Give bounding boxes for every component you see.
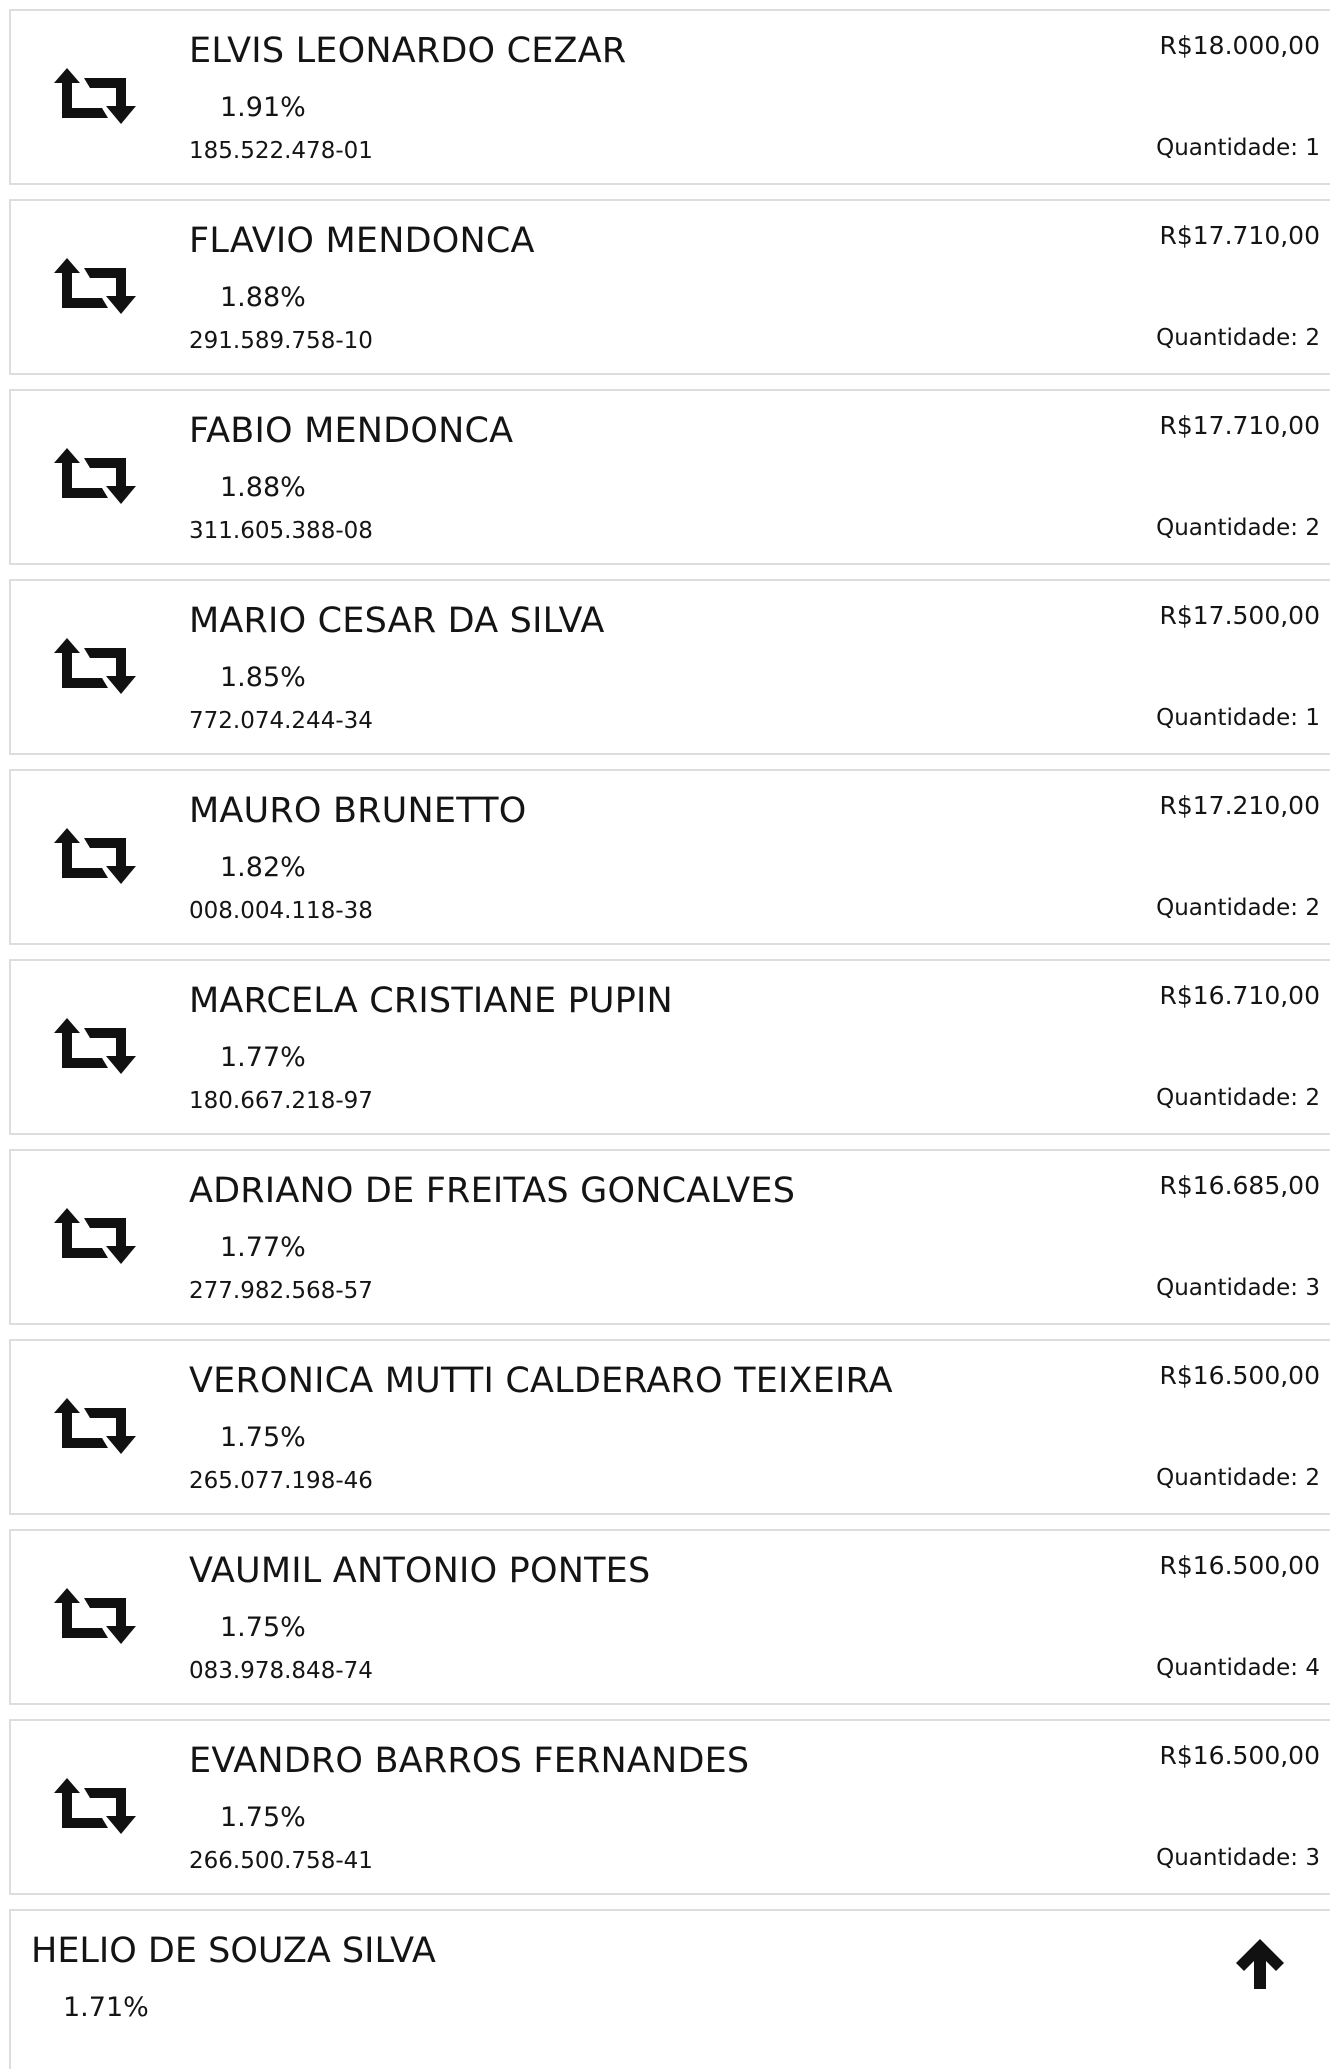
holder-percent: 1.88%	[220, 282, 306, 313]
arrow-up-icon	[1232, 1935, 1288, 1991]
holder-amount: R$16.500,00	[1159, 1551, 1320, 1580]
scroll-to-top-button[interactable]	[1232, 1935, 1288, 1991]
holder-document: 265.077.198-46	[189, 1468, 373, 1494]
transfer-icon	[48, 1588, 144, 1652]
holder-quantity: Quantidade: 1	[1156, 131, 1320, 165]
holder-name: HELIO DE SOUZA SILVA	[31, 1931, 436, 1971]
transfer-icon	[48, 68, 144, 132]
holder-amount: R$17.710,00	[1159, 411, 1320, 440]
quantity-value: 2	[1305, 895, 1320, 921]
holder-amount: R$18.000,00	[1159, 31, 1320, 60]
quantity-value: 2	[1305, 325, 1320, 351]
list-item[interactable]: MAURO BRUNETTO 1.82% 008.004.118-38 R$17…	[9, 769, 1330, 945]
holder-document: 008.004.118-38	[189, 898, 373, 924]
holder-name: EVANDRO BARROS FERNANDES	[189, 1741, 750, 1781]
list-item[interactable]: VERONICA MUTTI CALDERARO TEIXEIRA 1.75% …	[9, 1339, 1330, 1515]
transfer-icon	[48, 638, 144, 702]
holder-percent: 1.75%	[220, 1802, 306, 1833]
quantity-value: 2	[1305, 1085, 1320, 1111]
transfer-icon	[48, 1018, 144, 1082]
list-item[interactable]: ELVIS LEONARDO CEZAR 1.91% 185.522.478-0…	[9, 9, 1330, 185]
quantity-value: 1	[1305, 705, 1320, 731]
holder-amount: R$17.500,00	[1159, 601, 1320, 630]
holder-name: MAURO BRUNETTO	[189, 791, 527, 831]
quantity-label: Quantidade:	[1156, 1465, 1299, 1491]
holder-name: MARIO CESAR DA SILVA	[189, 601, 605, 641]
holder-quantity: Quantidade: 2	[1156, 1081, 1320, 1115]
shareholder-list: ELVIS LEONARDO CEZAR 1.91% 185.522.478-0…	[9, 9, 1330, 1909]
quantity-label: Quantidade:	[1156, 1275, 1299, 1301]
holder-amount: R$16.685,00	[1159, 1171, 1320, 1200]
holder-quantity: Quantidade: 3	[1156, 1841, 1320, 1875]
quantity-label: Quantidade:	[1156, 325, 1299, 351]
list-item[interactable]: FABIO MENDONCA 1.88% 311.605.388-08 R$17…	[9, 389, 1330, 565]
holder-amount: R$16.500,00	[1159, 1741, 1320, 1770]
list-item[interactable]: FLAVIO MENDONCA 1.88% 291.589.758-10 R$1…	[9, 199, 1330, 375]
list-item[interactable]: VAUMIL ANTONIO PONTES 1.75% 083.978.848-…	[9, 1529, 1330, 1705]
holder-quantity: Quantidade: 1	[1156, 701, 1320, 735]
list-item[interactable]: MARIO CESAR DA SILVA 1.85% 772.074.244-3…	[9, 579, 1330, 755]
quantity-value: 3	[1305, 1845, 1320, 1871]
holder-name: VERONICA MUTTI CALDERARO TEIXEIRA	[189, 1361, 893, 1401]
list-item[interactable]: EVANDRO BARROS FERNANDES 1.75% 266.500.7…	[9, 1719, 1330, 1895]
quantity-value: 3	[1305, 1275, 1320, 1301]
holder-quantity: Quantidade: 2	[1156, 511, 1320, 545]
holder-percent: 1.91%	[220, 92, 306, 123]
quantity-value: 1	[1305, 135, 1320, 161]
transfer-icon	[48, 448, 144, 512]
quantity-value: 4	[1305, 1655, 1320, 1681]
quantity-label: Quantidade:	[1156, 1085, 1299, 1111]
holder-percent: 1.75%	[220, 1422, 306, 1453]
transfer-icon	[48, 828, 144, 892]
quantity-value: 2	[1305, 515, 1320, 541]
quantity-label: Quantidade:	[1156, 1655, 1299, 1681]
holder-document: 185.522.478-01	[189, 138, 373, 164]
holder-document: 311.605.388-08	[189, 518, 373, 544]
holder-quantity: Quantidade: 3	[1156, 1271, 1320, 1305]
quantity-value: 2	[1305, 1465, 1320, 1491]
holder-name: MARCELA CRISTIANE PUPIN	[189, 981, 673, 1021]
holder-amount: R$17.210,00	[1159, 791, 1320, 820]
transfer-icon	[48, 1208, 144, 1272]
holder-percent: 1.77%	[220, 1042, 306, 1073]
holder-amount: R$16.710,00	[1159, 981, 1320, 1010]
transfer-icon	[48, 1778, 144, 1842]
holder-percent: 1.82%	[220, 852, 306, 883]
list-item[interactable]: ADRIANO DE FREITAS GONCALVES 1.77% 277.9…	[9, 1149, 1330, 1325]
holder-document: 083.978.848-74	[189, 1658, 373, 1684]
holder-percent: 1.71%	[63, 1992, 149, 2023]
quantity-label: Quantidade:	[1156, 135, 1299, 161]
holder-name: FABIO MENDONCA	[189, 411, 514, 451]
holder-document: 266.500.758-41	[189, 1848, 373, 1874]
holder-amount: R$16.500,00	[1159, 1361, 1320, 1390]
holder-percent: 1.77%	[220, 1232, 306, 1263]
list-item[interactable]: MARCELA CRISTIANE PUPIN 1.77% 180.667.21…	[9, 959, 1330, 1135]
holder-document: 772.074.244-34	[189, 708, 373, 734]
holder-document: 291.589.758-10	[189, 328, 373, 354]
holder-percent: 1.85%	[220, 662, 306, 693]
holder-name: ADRIANO DE FREITAS GONCALVES	[189, 1171, 796, 1211]
quantity-label: Quantidade:	[1156, 515, 1299, 541]
holder-amount: R$17.710,00	[1159, 221, 1320, 250]
holder-percent: 1.75%	[220, 1612, 306, 1643]
holder-document: 277.982.568-57	[189, 1278, 373, 1304]
transfer-icon	[48, 1398, 144, 1462]
holder-quantity: Quantidade: 4	[1156, 1651, 1320, 1685]
holder-quantity: Quantidade: 2	[1156, 891, 1320, 925]
holder-quantity: Quantidade: 2	[1156, 1461, 1320, 1495]
quantity-label: Quantidade:	[1156, 1845, 1299, 1871]
list-item[interactable]: HELIO DE SOUZA SILVA 1.71%	[9, 1909, 1330, 2069]
holder-document: 180.667.218-97	[189, 1088, 373, 1114]
quantity-label: Quantidade:	[1156, 895, 1299, 921]
holder-name: VAUMIL ANTONIO PONTES	[189, 1551, 651, 1591]
transfer-icon	[48, 258, 144, 322]
holder-percent: 1.88%	[220, 472, 306, 503]
holder-name: ELVIS LEONARDO CEZAR	[189, 31, 627, 71]
holder-quantity: Quantidade: 2	[1156, 321, 1320, 355]
quantity-label: Quantidade:	[1156, 705, 1299, 731]
holder-name: FLAVIO MENDONCA	[189, 221, 535, 261]
